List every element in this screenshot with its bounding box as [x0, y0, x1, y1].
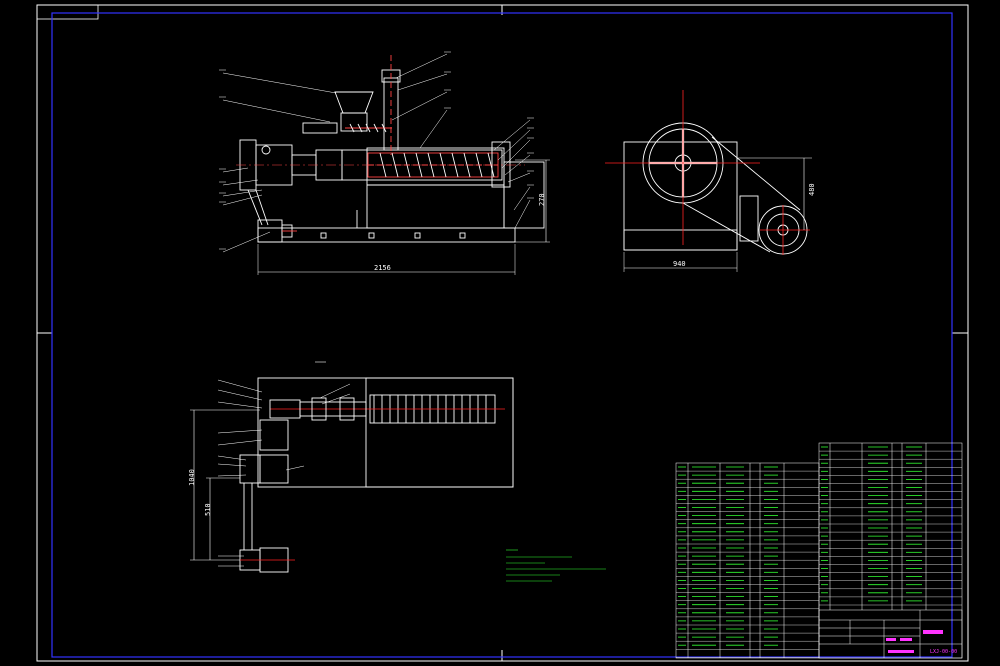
side-view: [605, 90, 812, 272]
plan-overall-dimension: 1040: [188, 469, 196, 486]
front-length-dimension: 2156: [374, 264, 391, 272]
sheet-frame: [36, 4, 969, 662]
front-elevation-view: [219, 51, 550, 275]
front-height-dimension: 270: [538, 193, 546, 206]
parts-list-right: [818, 442, 963, 659]
side-height-dimension: 480: [808, 183, 816, 196]
side-width-dimension: 940: [673, 260, 686, 268]
technical-notes: [506, 549, 606, 582]
cad-drawing-canvas: 2156 270 940 480 1040 510 LXJ-00-00: [36, 4, 969, 662]
plan-view: [190, 361, 514, 573]
plan-offset-dimension: 510: [204, 503, 212, 516]
parts-list-left: [675, 462, 820, 659]
drawing-number: LXJ-00-00: [930, 649, 957, 655]
